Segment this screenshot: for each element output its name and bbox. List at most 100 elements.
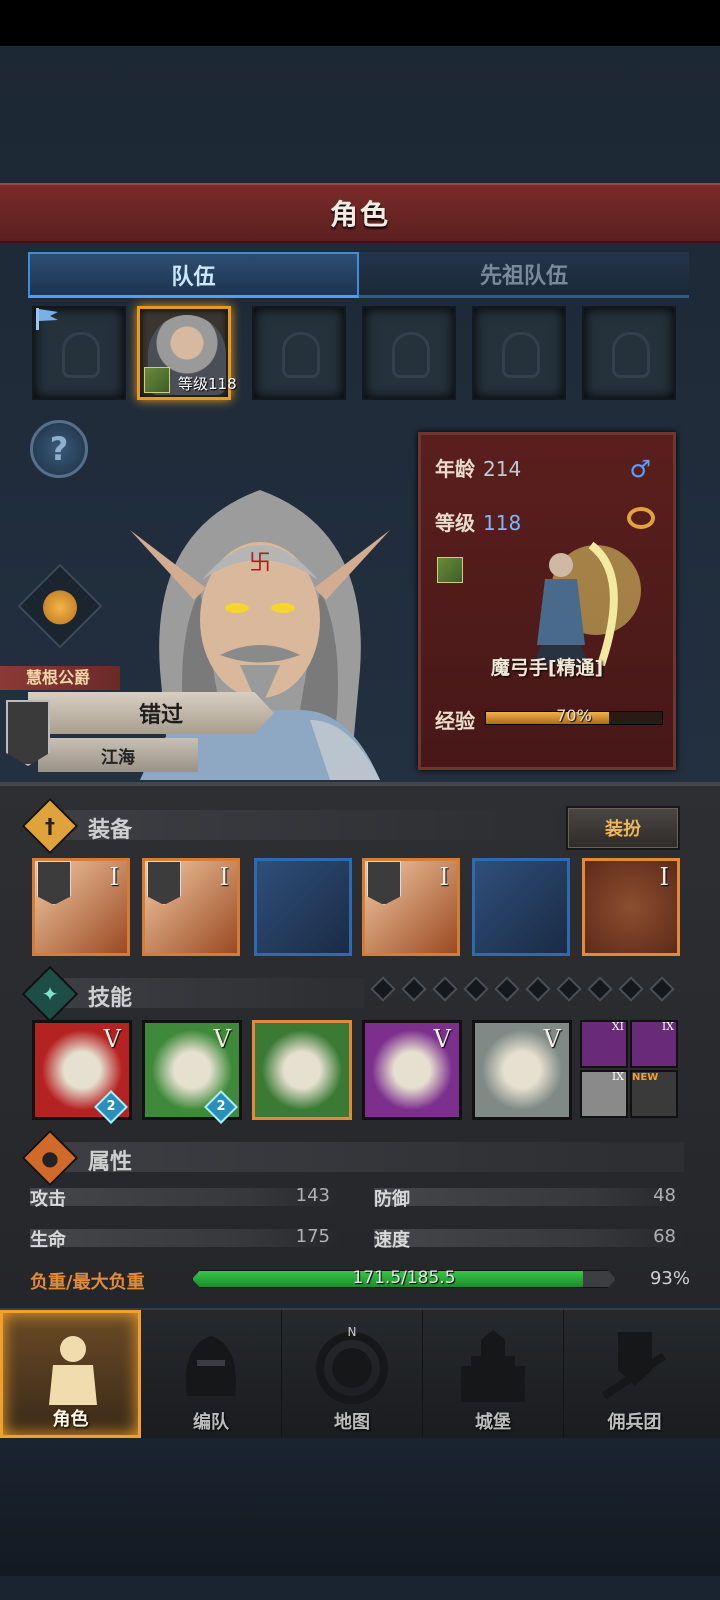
hero-name[interactable]: 错过 [28,692,274,734]
passive-tier: XI [611,1020,624,1033]
class-badge-icon [437,557,463,583]
passive-skill-3[interactable]: IX [580,1070,628,1118]
hp-label: 生命 [30,1230,66,1251]
crest-icon [6,700,50,766]
skill-tier: V [103,1025,121,1053]
equipment-slot-emblem[interactable]: I [582,858,680,956]
banner-icon [601,1332,667,1400]
passive-skill-2[interactable]: IX [630,1020,678,1068]
nav-label: 地图 [334,1412,370,1433]
nav-mercenary[interactable]: 佣兵团 [564,1310,705,1438]
helmet-icon [186,1336,236,1396]
footer-area [0,1438,720,1576]
hp-value: 175 [295,1226,330,1247]
tier-label: I [109,863,119,891]
level-row: 等级 118 [435,507,521,536]
load-percent: 93% [649,1268,690,1289]
equipment-slot-helmet[interactable] [254,858,352,956]
skill-tier: V [543,1025,561,1053]
skills-title: 技能 [88,986,133,1011]
passive-tier: IX [661,1020,674,1033]
castle-icon [461,1330,525,1402]
potion-icon[interactable] [17,563,103,649]
hero-stat-panel: 年龄 214 ♂ 等级 118 魔弓手[精通] 经验 70% [418,432,676,770]
nav-formation[interactable]: 编队 [141,1310,282,1438]
party-slot-2[interactable]: 等级118 [137,306,237,400]
equipment-header-bar [64,810,554,840]
tab-ancestor-team[interactable]: 先祖队伍 [359,252,689,298]
skill-slot-2[interactable]: V2 [142,1020,242,1124]
speed-value: 68 [653,1226,676,1247]
equipment-title: 装备 [88,818,133,843]
new-badge: NEW [632,1072,659,1083]
tier-label: I [659,863,669,891]
tab-team[interactable]: 队伍 [28,252,359,298]
status-bar-area [0,0,720,46]
crest-icon [367,861,401,905]
equipment-slot-boots[interactable] [472,858,570,956]
tier-label: I [219,863,229,891]
compass-icon: N [316,1326,388,1404]
attributes-title: 属性 [88,1150,133,1175]
nav-label: 城堡 [475,1412,511,1433]
title-banner: 角色 [0,183,720,243]
exp-label: 经验 [435,709,475,733]
bottom-nav: 角色 编队 N 地图 城堡 佣兵团 [0,1308,720,1438]
defense-label: 防御 [374,1189,410,1210]
class-badge-icon [144,367,170,393]
skill-slot-1[interactable]: V2 [32,1020,132,1124]
attack-value: 143 [295,1185,330,1206]
skill-tier: V [213,1025,231,1053]
nav-map[interactable]: N 地图 [282,1310,423,1438]
svg-text:卐: 卐 [249,551,271,576]
skill-level: 2 [216,1099,226,1114]
attack-label: 攻击 [30,1189,66,1210]
age-label: 年龄 [435,457,475,481]
nav-character[interactable]: 角色 [0,1310,141,1438]
nav-castle[interactable]: 城堡 [423,1310,564,1438]
skill-slot-5[interactable]: V [472,1020,572,1120]
speed-label: 速度 [374,1230,410,1251]
party-slot-3[interactable] [252,306,346,400]
load-label: 负重/最大负重 [30,1272,145,1293]
age-value: 214 [483,457,522,481]
male-icon: ♂ [629,455,651,483]
page-title: 角色 [329,198,390,231]
game-screen: 角色 队伍 先祖队伍 等级118 ? 卐 慧根公爵 错过 江海 年龄 214 ♂… [0,0,720,1600]
class-name: 魔弓手[精通] [490,657,604,679]
equipment-slot-armor[interactable]: I [362,858,460,956]
equipment-slot-weapon-2[interactable]: I [142,858,240,956]
dress-up-button[interactable]: 装扮 [566,806,680,850]
slot-level-text: 等级118 [178,375,237,393]
skill-level: 2 [106,1099,116,1114]
level-value: 118 [483,511,522,535]
load-value: 171.5/185.5 [352,1268,456,1288]
passive-skill-1[interactable]: XI [580,1020,628,1068]
party-slot-6[interactable] [582,306,676,400]
hero-title-tag: 慧根公爵 [0,666,120,690]
crest-icon [37,861,71,905]
knight-icon [49,1336,97,1405]
help-icon[interactable]: ? [30,420,88,478]
tier-label: I [439,863,449,891]
nav-label: 角色 [52,1409,89,1430]
nav-label: 编队 [193,1412,229,1433]
hero-location: 江海 [38,738,198,772]
defense-value: 48 [653,1185,676,1206]
exp-percent: 70% [556,706,592,725]
flag-icon [36,308,58,330]
skill-slot-3[interactable] [252,1020,352,1120]
skill-level-badge: 2 [204,1090,238,1124]
ring-icon[interactable] [627,507,655,529]
equipment-slot-weapon-1[interactable]: I [32,858,130,956]
skill-slot-4[interactable]: V [362,1020,462,1120]
svg-text:N: N [348,1326,357,1339]
nav-label: 佣兵团 [607,1412,662,1433]
crest-icon [147,861,181,905]
age-row: 年龄 214 [435,453,521,482]
skill-level-badge: 2 [94,1090,128,1124]
skill-tier: V [433,1025,451,1053]
party-slot-4[interactable] [362,306,456,400]
attributes-header-bar [64,1142,684,1172]
party-slot-5[interactable] [472,306,566,400]
